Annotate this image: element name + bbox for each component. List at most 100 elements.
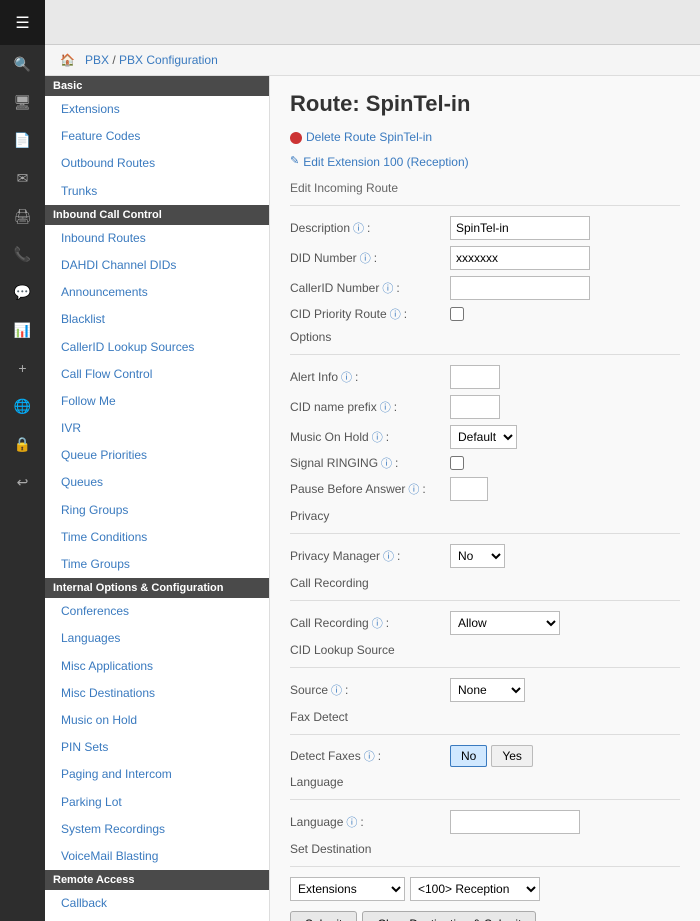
language-help-icon[interactable]: ⓘ — [346, 814, 357, 830]
did-help-icon[interactable]: ⓘ — [360, 250, 371, 266]
plus-icon: + — [18, 360, 26, 376]
menu-toggle[interactable]: ☰ — [0, 0, 45, 45]
signal-ringing-checkbox[interactable] — [450, 456, 464, 470]
divider-options — [290, 354, 680, 355]
callerid-help-icon[interactable]: ⓘ — [382, 280, 393, 296]
callerid-number-input[interactable] — [450, 276, 590, 300]
sidebar-item-time-groups[interactable]: Time Groups — [45, 551, 269, 578]
breadcrumb-pbxconfig[interactable]: PBX Configuration — [119, 53, 218, 67]
language-input[interactable] — [450, 810, 580, 834]
sidebar-item-ring-groups[interactable]: Ring Groups — [45, 497, 269, 524]
clear-submit-button[interactable]: Clear Destination & Submit — [362, 911, 536, 921]
sidebar-item-feature-codes[interactable]: Feature Codes — [45, 123, 269, 150]
sidebar-item-misc-destinations[interactable]: Misc Destinations — [45, 680, 269, 707]
edit-icon: ✎ — [290, 152, 299, 172]
destination-row: Extensions IVR Ring Groups Voicemail <10… — [290, 877, 680, 901]
delete-icon — [290, 132, 302, 144]
sidebar-item-queues[interactable]: Queues — [45, 469, 269, 496]
cid-name-prefix-help-icon[interactable]: ⓘ — [380, 399, 391, 415]
detect-faxes-help-icon[interactable]: ⓘ — [364, 748, 375, 764]
privacy-manager-select[interactable]: No Yes — [450, 544, 505, 568]
sidebar-item-dahdi[interactable]: DAHDI Channel DIDs — [45, 252, 269, 279]
destination-type-select[interactable]: Extensions IVR Ring Groups Voicemail — [290, 877, 405, 901]
main-area: 🏠 PBX / PBX Configuration Basic Extensio… — [45, 0, 700, 921]
divider-top — [290, 205, 680, 206]
sidebar-item-lock[interactable]: 🔒 — [0, 425, 45, 463]
sidebar-item-voicemail-blasting[interactable]: VoiceMail Blasting — [45, 843, 269, 870]
music-on-hold-select[interactable]: Default — [450, 425, 517, 449]
sidebar-item-print[interactable]: 🖨 — [0, 197, 45, 235]
description-input[interactable] — [450, 216, 590, 240]
sidebar-item-call-flow[interactable]: Call Flow Control — [45, 361, 269, 388]
description-help-icon[interactable]: ⓘ — [353, 220, 364, 236]
sidebar-item-desktop[interactable]: 🖥 — [0, 83, 45, 121]
divider-call-recording — [290, 600, 680, 601]
sidebar-item-chat[interactable]: 💬 — [0, 273, 45, 311]
hamburger-icon: ☰ — [15, 13, 29, 33]
sidebar-item-plus[interactable]: + — [0, 349, 45, 387]
pause-before-answer-label: Pause Before Answer ⓘ : — [290, 481, 450, 497]
pause-before-answer-input[interactable] — [450, 477, 488, 501]
signal-ringing-help-icon[interactable]: ⓘ — [381, 455, 392, 471]
sidebar-item-mail[interactable]: ✉ — [0, 159, 45, 197]
sidebar-item-search[interactable]: 🔍 — [0, 45, 45, 83]
sidebar-item-phone[interactable]: 📞 — [0, 235, 45, 273]
sidebar-item-queue-priorities[interactable]: Queue Priorities — [45, 442, 269, 469]
sidebar-item-music-on-hold[interactable]: Music on Hold — [45, 707, 269, 734]
sidebar-item-misc-apps[interactable]: Misc Applications — [45, 653, 269, 680]
sidebar-item-parking[interactable]: Parking Lot — [45, 789, 269, 816]
delete-route-label: Delete Route SpinTel-in — [306, 127, 432, 149]
sidebar-item-inbound-routes[interactable]: Inbound Routes — [45, 225, 269, 252]
sidebar-item-announcements[interactable]: Announcements — [45, 279, 269, 306]
privacy-manager-help-icon[interactable]: ⓘ — [383, 548, 394, 564]
cid-name-prefix-row: CID name prefix ⓘ : — [290, 395, 680, 419]
sidebar-item-disa[interactable]: DISA — [45, 917, 269, 921]
cid-priority-help-icon[interactable]: ⓘ — [390, 306, 401, 322]
sidebar-item-languages[interactable]: Languages — [45, 625, 269, 652]
music-on-hold-help-icon[interactable]: ⓘ — [372, 429, 383, 445]
sidebar-item-chart[interactable]: 📊 — [0, 311, 45, 349]
sidebar-item-extensions[interactable]: Extensions — [45, 96, 269, 123]
options-section-title: Options — [290, 330, 680, 344]
sidebar-item-document[interactable]: 📄 — [0, 121, 45, 159]
sidebar-item-globe[interactable]: 🌐 — [0, 387, 45, 425]
sidebar-item-ivr[interactable]: IVR — [45, 415, 269, 442]
sidebar-item-undo[interactable]: ↩ — [0, 463, 45, 501]
sidebar-item-blacklist[interactable]: Blacklist — [45, 306, 269, 333]
destination-ext-select[interactable]: <100> Reception — [410, 877, 540, 901]
sidebar-item-pin-sets[interactable]: PIN Sets — [45, 734, 269, 761]
sidebar-item-paging[interactable]: Paging and Intercom — [45, 761, 269, 788]
source-help-icon[interactable]: ⓘ — [331, 682, 342, 698]
breadcrumb-pbx[interactable]: PBX — [85, 53, 109, 67]
pause-before-answer-help-icon[interactable]: ⓘ — [408, 481, 419, 497]
page-title: Route: SpinTel-in — [290, 91, 680, 117]
home-icon[interactable]: 🏠 — [60, 53, 75, 67]
did-number-input[interactable] — [450, 246, 590, 270]
edit-incoming-label: Edit Incoming Route — [290, 181, 680, 195]
sidebar-item-trunks[interactable]: Trunks — [45, 178, 269, 205]
submit-button[interactable]: Submit — [290, 911, 357, 921]
alert-info-help-icon[interactable]: ⓘ — [341, 369, 352, 385]
did-number-row: DID Number ⓘ : — [290, 246, 680, 270]
cid-priority-checkbox[interactable] — [450, 307, 464, 321]
sidebar-item-time-conditions[interactable]: Time Conditions — [45, 524, 269, 551]
sidebar-item-outbound-routes[interactable]: Outbound Routes — [45, 150, 269, 177]
detect-faxes-no-button[interactable]: No — [450, 745, 487, 767]
music-on-hold-label: Music On Hold ⓘ : — [290, 429, 450, 445]
delete-route-link[interactable]: Delete Route SpinTel-in — [290, 127, 432, 149]
sidebar-item-system-recordings[interactable]: System Recordings — [45, 816, 269, 843]
sidebar-item-conferences[interactable]: Conferences — [45, 598, 269, 625]
call-recording-help-icon[interactable]: ⓘ — [372, 615, 383, 631]
call-recording-select[interactable]: Allow Deny Don't Care On Demand — [450, 611, 560, 635]
mail-icon: ✉ — [17, 170, 29, 187]
alert-info-input[interactable] — [450, 365, 500, 389]
sidebar-item-callerid-lookup[interactable]: CallerID Lookup Sources — [45, 334, 269, 361]
detect-faxes-buttons: No Yes — [450, 745, 533, 767]
sidebar-item-callback[interactable]: Callback — [45, 890, 269, 917]
sidebar-item-follow-me[interactable]: Follow Me — [45, 388, 269, 415]
cid-name-prefix-input[interactable] — [450, 395, 500, 419]
detect-faxes-yes-button[interactable]: Yes — [491, 745, 533, 767]
source-select[interactable]: None — [450, 678, 525, 702]
edit-extension-link[interactable]: ✎ Edit Extension 100 (Reception) — [290, 152, 469, 174]
detect-faxes-label: Detect Faxes ⓘ : — [290, 748, 450, 764]
